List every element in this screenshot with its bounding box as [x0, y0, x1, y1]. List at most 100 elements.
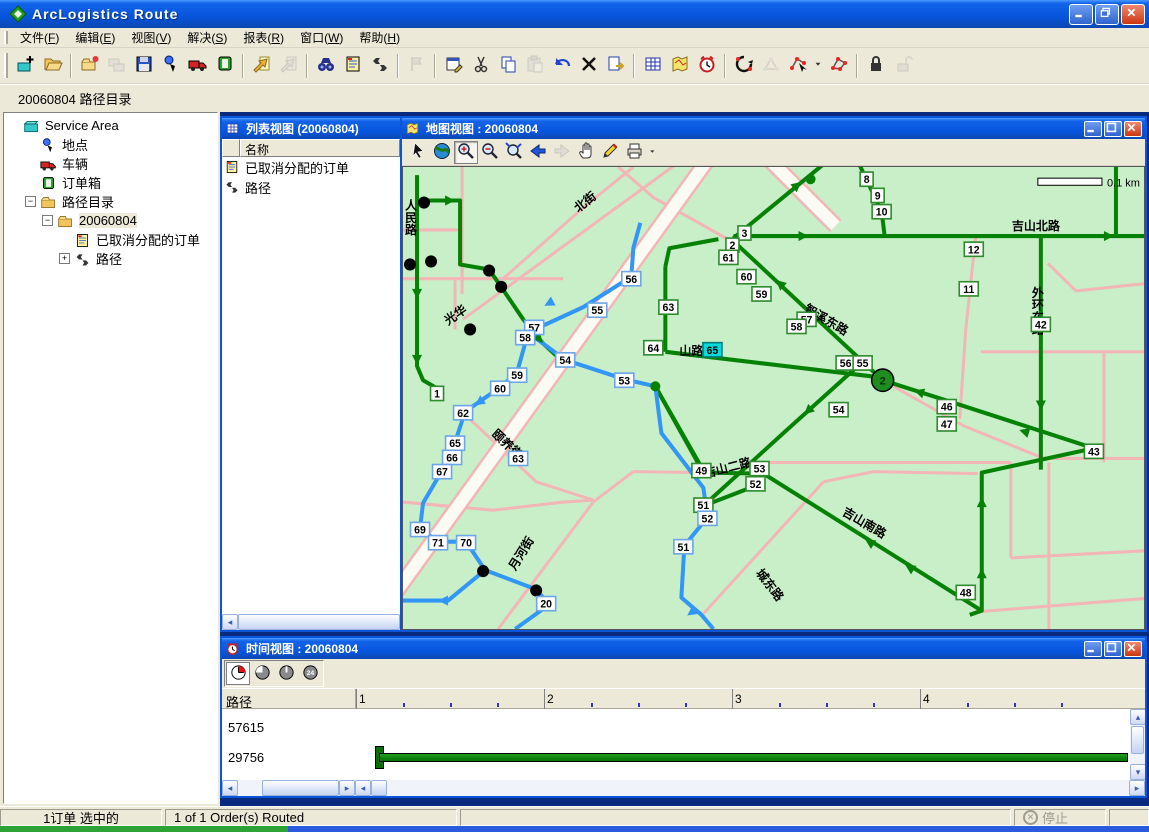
tree-item-订单箱[interactable]: 订单箱	[4, 173, 217, 192]
scroll-right-icon[interactable]: ▸	[1129, 780, 1145, 796]
tree-item-label[interactable]: 20060804	[79, 213, 137, 228]
tree-item-已取消分配的订单[interactable]: 已取消分配的订单	[4, 230, 217, 249]
scroll-up-icon[interactable]: ▴	[1130, 709, 1145, 725]
route-arrows-button[interactable]	[366, 52, 393, 79]
map-view-button[interactable]	[666, 52, 693, 79]
tree-item-label[interactable]: 已取消分配的订单	[96, 230, 200, 249]
select-route-button[interactable]	[784, 52, 811, 79]
route-row-label[interactable]: 57615	[228, 720, 264, 735]
menu-视图(V)[interactable]: 视图(V)	[123, 29, 179, 47]
time-minimize-button[interactable]	[1084, 641, 1102, 657]
properties-button[interactable]	[440, 52, 467, 79]
tree-item-label[interactable]: 路径目录	[62, 192, 114, 211]
menu-编辑(E)[interactable]: 编辑(E)	[67, 29, 123, 47]
scroll-thumb[interactable]	[262, 780, 339, 796]
time-view-button[interactable]	[693, 52, 720, 79]
order-stop-dot[interactable]	[530, 584, 542, 596]
order-stop-dot[interactable]	[464, 323, 476, 335]
tree-item-label[interactable]: Service Area	[45, 118, 119, 133]
list-view-title-bar[interactable]: 列表视图 (20060804)	[222, 118, 400, 139]
tree-item-label[interactable]: 订单箱	[62, 173, 101, 192]
paste-special-button[interactable]	[602, 52, 629, 79]
cut-button[interactable]	[467, 52, 494, 79]
tree-item-20060804[interactable]: − 20060804	[4, 211, 217, 230]
tree-expander-icon[interactable]: −	[25, 196, 36, 207]
tree-expander-icon[interactable]: −	[42, 215, 53, 226]
time-view-title-bar[interactable]: 时间视图 : 20060804	[222, 638, 1145, 659]
find-button[interactable]	[312, 52, 339, 79]
list-header-name[interactable]: 名称	[240, 139, 400, 157]
clock-60-button[interactable]	[274, 662, 298, 685]
new-folder-button[interactable]	[76, 52, 103, 79]
minimize-button[interactable]	[1069, 4, 1093, 25]
list-row-label[interactable]: 已取消分配的订单	[245, 158, 349, 177]
list-row[interactable]: 路径	[222, 177, 400, 197]
cursor-button[interactable]	[406, 141, 430, 164]
save-button[interactable]	[130, 52, 157, 79]
copy-button[interactable]	[494, 52, 521, 79]
new-location-button[interactable]	[157, 52, 184, 79]
clock-15-button[interactable]	[226, 662, 250, 685]
open-folder-button[interactable]	[39, 52, 66, 79]
stop-button[interactable]: ✕ 停止	[1014, 809, 1106, 826]
tree-item-Service Area[interactable]: Service Area	[4, 116, 217, 135]
print-caret-button[interactable]	[646, 141, 658, 164]
tree-item-label[interactable]: 地点	[62, 135, 88, 154]
map-canvas[interactable]: 北街吉山北路外环东路人民路智溪东路山路光华颐养街月河街城东路吉山二路吉山南路28…	[402, 166, 1145, 630]
undo-button[interactable]	[548, 52, 575, 79]
menu-文件(F)[interactable]: 文件(F)	[12, 29, 67, 47]
order-stop-dot[interactable]	[477, 565, 489, 577]
menu-帮助(H)[interactable]: 帮助(H)	[351, 29, 408, 47]
delete-button[interactable]	[575, 52, 602, 79]
scroll-right-icon[interactable]: ▸	[339, 780, 355, 796]
tree-item-label[interactable]: 车辆	[62, 154, 88, 173]
route-gantt-bar[interactable]	[379, 753, 1128, 762]
route-row-label[interactable]: 29756	[228, 750, 264, 765]
order-stop-dot[interactable]	[483, 264, 495, 276]
restore-button[interactable]	[1095, 4, 1119, 25]
map-view-title-bar[interactable]: 地图视图 : 20060804	[402, 118, 1145, 139]
menu-解决(S)[interactable]: 解决(S)	[179, 29, 235, 47]
scroll-left-icon[interactable]: ◂	[355, 780, 371, 796]
build-routes-button[interactable]	[730, 52, 757, 79]
time-right-hscrollbar[interactable]: ◂ ▸	[355, 780, 1145, 796]
map-minimize-button[interactable]	[1084, 121, 1102, 137]
tree-expander-icon[interactable]: +	[59, 253, 70, 264]
tree-item-地点[interactable]: 地点	[4, 135, 217, 154]
order-stop-dot[interactable]	[425, 255, 437, 267]
tree-item-路径[interactable]: + 路径	[4, 249, 217, 268]
zoom-selected-button[interactable]	[502, 141, 526, 164]
back-button[interactable]	[526, 141, 550, 164]
globe-button[interactable]	[430, 141, 454, 164]
clock-24-button[interactable]: 24	[298, 662, 322, 685]
zoom-out-button[interactable]	[478, 141, 502, 164]
dropdown-button[interactable]	[811, 52, 825, 79]
close-button[interactable]	[1121, 4, 1145, 25]
import-orders-button[interactable]	[248, 52, 275, 79]
tree-item-label[interactable]: 路径	[96, 249, 122, 268]
zoom-in-button[interactable]	[454, 141, 478, 164]
tree-item-车辆[interactable]: 车辆	[4, 154, 217, 173]
list-row-label[interactable]: 路径	[245, 178, 271, 197]
new-vehicle-button[interactable]	[184, 52, 211, 79]
lock-button[interactable]	[862, 52, 889, 79]
pan-button[interactable]	[574, 141, 598, 164]
order-stop-dot[interactable]	[495, 281, 507, 293]
scroll-left-icon[interactable]: ◂	[222, 614, 238, 630]
order-stop-dot[interactable]	[418, 196, 430, 208]
time-close-button[interactable]	[1124, 641, 1142, 657]
map-close-button[interactable]	[1124, 121, 1142, 137]
map-maximize-button[interactable]	[1104, 121, 1122, 137]
time-left-hscrollbar[interactable]: ◂ ▸	[222, 780, 355, 796]
menu-报表(R)[interactable]: 报表(R)	[235, 29, 292, 47]
scroll-thumb[interactable]	[238, 614, 400, 630]
scroll-thumb[interactable]	[371, 780, 387, 796]
menu-窗口(W)[interactable]: 窗口(W)	[292, 29, 351, 47]
reassign-button[interactable]	[825, 52, 852, 79]
time-maximize-button[interactable]	[1104, 641, 1122, 657]
scroll-down-icon[interactable]: ▾	[1130, 764, 1145, 780]
pencil-button[interactable]	[598, 141, 622, 164]
list-hscrollbar[interactable]: ◂	[222, 614, 400, 630]
order-stop-dot[interactable]	[404, 258, 416, 270]
os-taskbar[interactable]	[0, 826, 1149, 832]
